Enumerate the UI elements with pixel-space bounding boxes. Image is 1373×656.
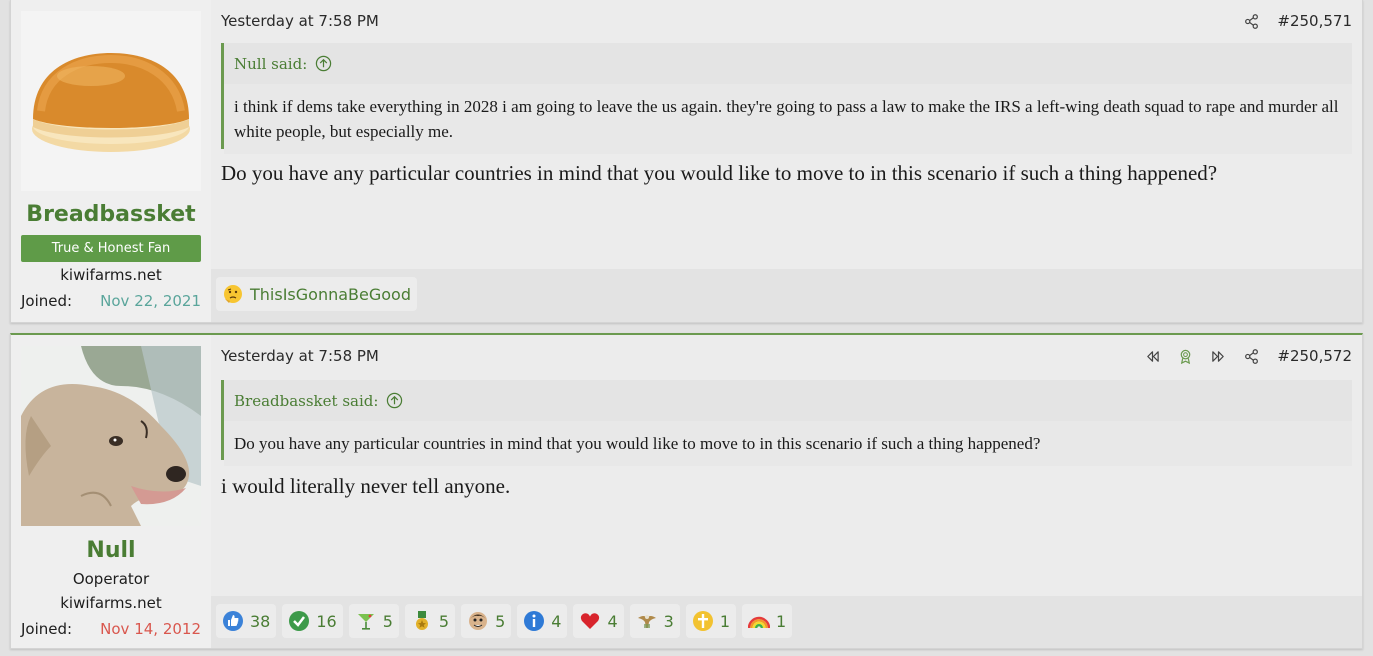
reaction-count: 5 (382, 611, 393, 631)
joined-label: Joined: (21, 292, 73, 310)
share-icon[interactable] (1244, 348, 1259, 364)
user-info: Null Ooperator kiwifarms.net Joined: Nov… (11, 335, 211, 648)
quote-author[interactable]: Null said: (234, 55, 307, 73)
message-body: Do you have any particular countries in … (221, 161, 1218, 185)
username[interactable]: Null (11, 538, 211, 563)
post-number[interactable]: #250,572 (1277, 347, 1352, 365)
rewind-icon[interactable] (1145, 349, 1160, 364)
reaction-rainbow[interactable]: 1 (742, 604, 793, 638)
post-main: Yesterday at 7:58 PM #250,572 Breadbassk… (211, 335, 1362, 648)
post-footer: ThisIsGonnaBeGood (211, 269, 1362, 322)
reaction-count: 3 (663, 611, 674, 631)
reaction-label[interactable]: ThisIsGonnaBeGood (250, 285, 411, 304)
arrow-up-circle-icon[interactable] (386, 392, 403, 409)
cocktail-icon (355, 610, 377, 632)
reaction-check[interactable]: 16 (282, 604, 343, 638)
reaction-count: 38 (250, 611, 271, 631)
joined-row: Joined: Nov 14, 2012 (21, 620, 201, 638)
reaction-cross[interactable]: 1 (685, 604, 737, 638)
joined-label: Joined: (21, 620, 73, 638)
avatar[interactable] (21, 346, 201, 526)
check-icon (288, 610, 310, 632)
quote-block: Breadbassket said: Do you have any parti… (221, 380, 1352, 466)
post-footer: 38 16 5 5 5 4 4 3 1 1 (211, 596, 1362, 648)
post-250571: Breadbassket True & Honest Fan kiwifarms… (10, 0, 1363, 323)
reaction-cocktail[interactable]: 5 (348, 604, 399, 638)
quote-header[interactable]: Null said: (224, 43, 1352, 84)
post-date[interactable]: Yesterday at 7:58 PM (221, 12, 379, 30)
joined-date: Nov 22, 2021 (100, 292, 201, 310)
reaction-count: 16 (316, 611, 337, 631)
dog-avatar-icon (21, 346, 201, 526)
medal-icon (411, 610, 433, 632)
post-date[interactable]: Yesterday at 7:58 PM (221, 347, 379, 365)
reaction-count: 5 (495, 611, 506, 631)
reaction-item[interactable]: ThisIsGonnaBeGood (216, 277, 417, 311)
rainbow-icon (748, 610, 771, 632)
post-tools: #250,572 (1145, 347, 1352, 365)
award-icon[interactable] (1178, 349, 1193, 364)
reaction-face[interactable]: 5 (461, 604, 512, 638)
fast-forward-icon[interactable] (1211, 349, 1226, 364)
post-250572: Null Ooperator kiwifarms.net Joined: Nov… (10, 333, 1363, 649)
cross-icon (692, 610, 714, 632)
quote-author[interactable]: Breadbassket said: (234, 392, 378, 410)
reaction-bar: 38 16 5 5 5 4 4 3 1 1 (216, 604, 793, 638)
reaction-count: 4 (551, 611, 562, 631)
joined-date: Nov 14, 2012 (100, 620, 201, 638)
avatar[interactable] (21, 11, 201, 191)
reaction-count: 4 (607, 611, 618, 631)
reaction-thumbs-up[interactable]: 38 (216, 604, 277, 638)
thinking-face-icon (222, 283, 244, 305)
post-main: Yesterday at 7:58 PM #250,571 Null said:… (211, 0, 1362, 322)
bread-bun-avatar-icon (21, 11, 201, 191)
reaction-count: 1 (776, 611, 787, 631)
quote-text: Do you have any particular countries in … (224, 421, 1352, 466)
info-icon (523, 610, 545, 632)
heart-icon (579, 610, 601, 632)
quote-text: i think if dems take everything in 2028 … (224, 84, 1352, 154)
reaction-count: 1 (719, 611, 731, 631)
reaction-heart[interactable]: 4 (573, 604, 624, 638)
message-body: i would literally never tell anyone. (221, 474, 511, 498)
face-icon (467, 610, 489, 632)
reaction-medal[interactable]: 5 (404, 604, 456, 638)
eagle-icon (636, 610, 658, 632)
user-site: kiwifarms.net (60, 266, 162, 284)
reaction-bar: ThisIsGonnaBeGood (216, 277, 417, 311)
user-site: kiwifarms.net (60, 594, 162, 612)
arrow-up-circle-icon[interactable] (315, 55, 332, 72)
username[interactable]: Breadbassket (11, 202, 211, 227)
post-tools: #250,571 (1244, 12, 1352, 30)
thumbs-up-icon (222, 610, 244, 632)
quote-block: Null said: i think if dems take everythi… (221, 43, 1352, 154)
post-number[interactable]: #250,571 (1277, 12, 1352, 30)
reaction-eagle[interactable]: 3 (629, 604, 680, 638)
user-role: Ooperator (72, 570, 150, 588)
quote-header[interactable]: Breadbassket said: (224, 380, 1352, 421)
user-info: Breadbassket True & Honest Fan kiwifarms… (11, 0, 211, 322)
reaction-info[interactable]: 4 (517, 604, 568, 638)
user-title-badge: True & Honest Fan (21, 235, 201, 262)
joined-row: Joined: Nov 22, 2021 (21, 292, 201, 310)
reaction-count: 5 (438, 611, 450, 631)
share-icon[interactable] (1244, 13, 1259, 29)
